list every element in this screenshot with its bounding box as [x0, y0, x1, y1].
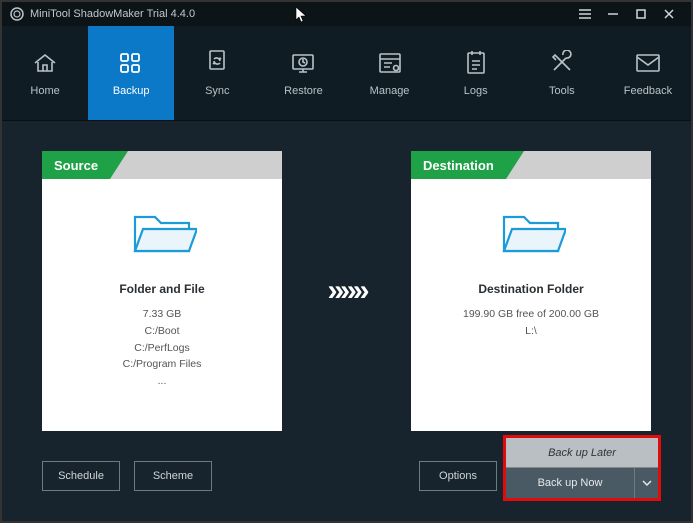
toolbar-label: Tools	[549, 85, 575, 97]
destination-path: L:\	[411, 323, 651, 340]
toolbar-restore[interactable]: Restore	[260, 26, 346, 120]
toolbar-label: Home	[30, 85, 59, 97]
toolbar-home[interactable]: Home	[2, 26, 88, 120]
options-button[interactable]: Options	[419, 461, 497, 491]
toolbar-feedback[interactable]: Feedback	[605, 26, 691, 120]
home-icon	[31, 49, 59, 77]
toolbar-label: Manage	[370, 85, 410, 97]
folder-icon	[411, 203, 651, 264]
sync-icon	[205, 49, 229, 77]
backup-now-button[interactable]: Back up Now	[506, 468, 634, 498]
restore-icon	[289, 49, 317, 77]
backup-icon	[117, 49, 145, 77]
source-panel[interactable]: Source Folder and File 7.33 GB C:/Boot C…	[42, 151, 282, 431]
source-path: C:/Program Files	[42, 356, 282, 373]
destination-panel[interactable]: Destination Destination Folder 199.90 GB…	[411, 151, 651, 431]
maximize-icon[interactable]	[627, 7, 655, 21]
scheme-button[interactable]: Scheme	[134, 461, 212, 491]
backup-action-menu: Back up Later Back up Now	[503, 435, 661, 501]
titlebar: MiniTool ShadowMaker Trial 4.4.0	[2, 2, 691, 26]
toolbar-label: Sync	[205, 85, 229, 97]
destination-title: Destination Folder	[411, 282, 651, 296]
chevron-right-icon: »»»	[327, 274, 365, 308]
toolbar-label: Feedback	[624, 85, 672, 97]
destination-free: 199.90 GB free of 200.00 GB	[411, 306, 651, 323]
source-tag: Source	[42, 151, 110, 179]
toolbar-logs[interactable]: Logs	[433, 26, 519, 120]
minimize-icon[interactable]	[599, 7, 627, 21]
app-logo-icon	[10, 7, 24, 21]
source-path: C:/Boot	[42, 323, 282, 340]
source-size: 7.33 GB	[42, 306, 282, 323]
backup-dropdown-button[interactable]	[634, 468, 658, 498]
manage-icon	[376, 49, 404, 77]
schedule-button[interactable]: Schedule	[42, 461, 120, 491]
logs-icon	[464, 49, 488, 77]
close-icon[interactable]	[655, 7, 683, 21]
tools-icon	[548, 49, 576, 77]
source-path: C:/PerfLogs	[42, 340, 282, 357]
folder-icon	[42, 203, 282, 264]
toolbar-label: Backup	[113, 85, 150, 97]
feedback-icon	[634, 49, 662, 77]
source-path-more: ...	[42, 373, 282, 390]
chevron-down-icon	[642, 478, 652, 488]
main-toolbar: Home Backup Sync Restore Manage	[2, 26, 691, 121]
toolbar-label: Restore	[284, 85, 323, 97]
toolbar-manage[interactable]: Manage	[347, 26, 433, 120]
hamburger-menu-icon[interactable]	[571, 7, 599, 21]
app-title: MiniTool ShadowMaker Trial 4.4.0	[30, 8, 195, 20]
toolbar-sync[interactable]: Sync	[174, 26, 260, 120]
backup-later-button[interactable]: Back up Later	[506, 438, 658, 468]
toolbar-backup[interactable]: Backup	[88, 26, 174, 120]
source-title: Folder and File	[42, 282, 282, 296]
toolbar-tools[interactable]: Tools	[519, 26, 605, 120]
destination-tag: Destination	[411, 151, 506, 179]
toolbar-label: Logs	[464, 85, 488, 97]
